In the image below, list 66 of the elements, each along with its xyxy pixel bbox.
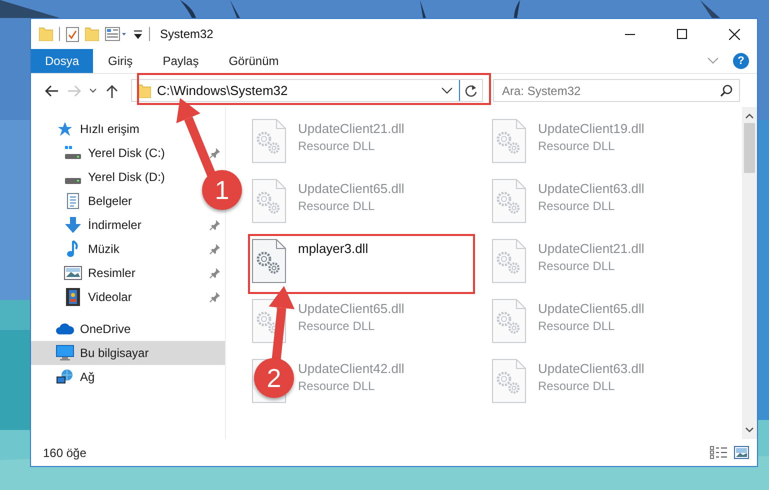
gear-document-icon — [252, 119, 286, 163]
file-name[interactable]: mplayer3.dll — [298, 239, 368, 256]
monitor-icon — [56, 345, 74, 361]
window-title: System32 — [160, 27, 214, 41]
ribbon-tab[interactable]: Giriş — [93, 49, 148, 73]
search-icon[interactable] — [720, 84, 733, 97]
up-arrow-icon — [106, 84, 118, 98]
film-icon — [66, 288, 80, 306]
file-type: Resource DLL — [538, 319, 616, 333]
drive-icon — [64, 145, 82, 161]
sidebar-item[interactable]: Belgeler — [64, 193, 132, 209]
forward-arrow-icon — [67, 84, 81, 96]
close-icon — [728, 28, 740, 40]
sidebar-item[interactable]: Videolar — [64, 288, 132, 306]
sidebar-item[interactable]: Ağ — [56, 369, 95, 385]
sidebar-item[interactable]: İndirmeler — [64, 217, 142, 233]
sidebar-item[interactable]: Müzik — [64, 240, 120, 258]
gear-document-icon — [492, 119, 526, 163]
help-button[interactable]: ? — [733, 53, 749, 69]
file-type: Resource DLL — [298, 139, 376, 153]
sidebar-item[interactable]: Bu bilgisayar — [31, 341, 225, 365]
file-type: Resource DLL — [538, 199, 616, 213]
music-note-icon — [65, 240, 81, 258]
ribbon-tab[interactable]: Dosya — [31, 49, 94, 73]
gear-document-icon — [252, 239, 286, 283]
chevron-down-icon — [89, 88, 97, 93]
sidebar-item[interactable]: Yerel Disk (D:) — [64, 170, 165, 184]
caret-icon[interactable] — [133, 28, 143, 40]
gear-document-icon — [492, 359, 526, 403]
chevron-down-icon[interactable] — [745, 427, 754, 433]
sidebar-item[interactable]: Yerel Disk (C:) — [64, 145, 165, 161]
file-type: Resource DLL — [298, 379, 376, 393]
details-view-icon[interactable] — [710, 446, 728, 459]
scrollbar[interactable] — [742, 107, 757, 439]
item-count: 160 öğe — [43, 446, 88, 460]
picture-icon — [64, 266, 82, 280]
chevron-down-icon[interactable] — [441, 86, 453, 94]
star-icon — [57, 121, 73, 137]
file-type: Resource DLL — [298, 319, 376, 333]
ribbon-tab[interactable]: Paylaş — [148, 49, 214, 73]
download-arrow-icon — [64, 217, 82, 233]
maximize-icon — [677, 29, 687, 39]
file-type: Resource DLL — [538, 379, 616, 393]
drive-icon — [65, 178, 81, 184]
chevron-up-icon[interactable] — [745, 113, 754, 119]
sidebar-item[interactable]: OneDrive — [56, 322, 131, 336]
sidebar-item[interactable]: Hızlı erişim — [56, 121, 140, 137]
address-field[interactable]: C:\Windows\System32 — [131, 79, 483, 102]
checklist-icon[interactable] — [66, 26, 79, 42]
file-type: Resource DLL — [538, 139, 616, 153]
gear-document-icon — [492, 299, 526, 343]
file-type: Resource DLL — [538, 259, 616, 273]
ribbon-tab[interactable]: Görünüm — [214, 49, 294, 73]
gear-document-icon — [252, 179, 286, 223]
network-icon — [56, 369, 74, 385]
gear-document-icon — [492, 179, 526, 223]
gear-document-icon — [492, 239, 526, 283]
search-field[interactable]: Ara: System32 — [493, 79, 740, 102]
properties-icon[interactable] — [105, 27, 127, 41]
file-type: Resource DLL — [298, 199, 376, 213]
scrollbar-thumb[interactable] — [744, 123, 755, 173]
large-icons-view-icon[interactable] — [734, 446, 749, 459]
document-icon — [65, 193, 81, 209]
back-arrow-icon — [45, 84, 59, 96]
cloud-icon — [56, 322, 74, 336]
sidebar-item[interactable]: Resimler — [64, 266, 136, 280]
